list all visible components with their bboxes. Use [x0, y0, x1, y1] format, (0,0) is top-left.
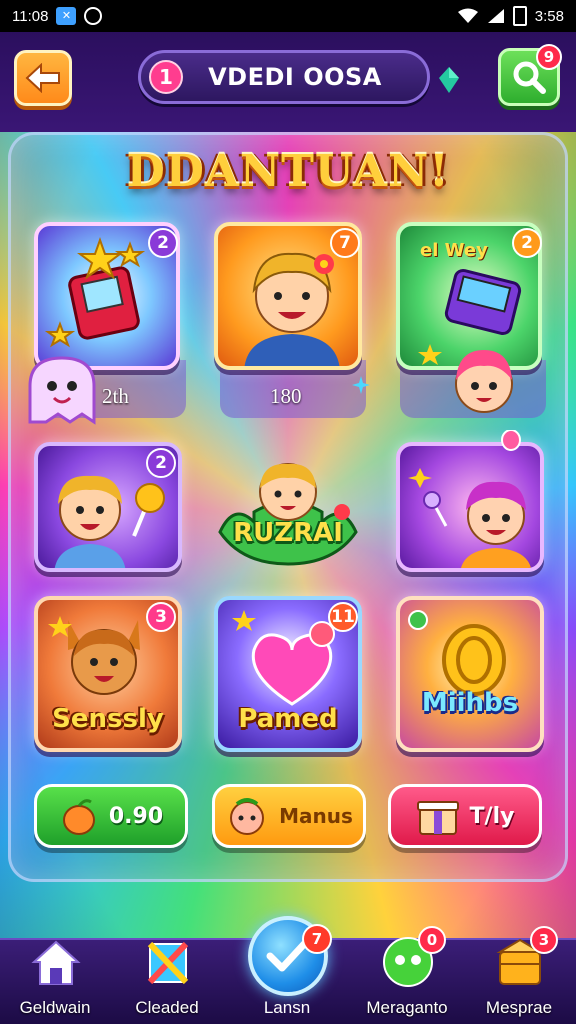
fruit-icon [62, 799, 95, 835]
sparkle-icon [352, 376, 370, 394]
green-button[interactable]: 0.90 [34, 784, 188, 848]
nav-badge: 3 [530, 926, 558, 954]
nav-item-home[interactable]: Geldwain [0, 932, 110, 1024]
card-label: Senssly [52, 704, 164, 734]
nav-item-puzzle[interactable]: Cleaded [112, 932, 222, 1024]
nav-label: Geldwain [19, 998, 91, 1017]
nav-label: Lansn [263, 998, 311, 1017]
nav-label: Meraganto [366, 998, 448, 1017]
status-bar: 11:08 ✕ 3:58 [0, 0, 576, 32]
card-badge: 7 [330, 228, 360, 258]
nav-badge: 0 [418, 926, 446, 954]
center-emblem-label: RUZRAI [233, 518, 343, 548]
nav-item-friends[interactable]: Meraganto [352, 932, 462, 1024]
balloon-icon [501, 430, 521, 451]
girl-mascot-icon [455, 350, 513, 413]
wifi-icon [457, 8, 478, 23]
card-label: Pamed [238, 704, 338, 734]
screen-title: VDEDI OOSA [208, 63, 382, 91]
card-coin[interactable]: Miihbs [396, 596, 544, 752]
card-caption: 2th [102, 384, 129, 408]
nav-label: Cleaded [135, 998, 199, 1017]
nav-item-messages[interactable]: Mesprae [464, 932, 574, 1024]
card-badge: 11 [328, 602, 358, 632]
gold-coin-icon [408, 610, 506, 696]
level-badge: 1 [149, 60, 183, 94]
chest-sign: el Wey [420, 240, 488, 261]
status-clock: 3:58 [534, 7, 564, 25]
button-label: Manus [279, 804, 353, 828]
puzzle-character-icon [218, 463, 358, 566]
card-caption: 180 [270, 384, 302, 408]
pink-button[interactable]: T/ly [388, 784, 542, 848]
back-button[interactable] [14, 50, 72, 106]
card-badge: 3 [146, 602, 176, 632]
ghost-mascot-icon [28, 356, 96, 425]
nav-badge: 7 [302, 924, 332, 954]
title-pill[interactable]: 1 VDEDI OOSA [138, 50, 430, 104]
button-label: T/ly [469, 803, 515, 829]
center-puzzle-emblem[interactable]: RUZRAI [214, 452, 362, 570]
sync-icon [84, 7, 103, 25]
headline: DDANTUAN! [126, 146, 450, 197]
card-label: Miihbs [421, 688, 519, 718]
button-label: 0.90 [108, 803, 164, 829]
card-badge: 2 [148, 228, 178, 258]
back-arrow-icon [25, 63, 60, 93]
card-badge: 2 [146, 448, 176, 478]
strawberry-face-icon [230, 798, 265, 835]
home-icon [31, 940, 81, 985]
gem-icon [439, 67, 459, 93]
card-girl-wand[interactable] [396, 442, 544, 572]
girl-wand-icon [408, 468, 531, 568]
nav-label: Mesprae [485, 998, 553, 1017]
battery-icon [512, 6, 527, 26]
gift-box-icon [416, 801, 459, 835]
status-time: 11:08 [12, 7, 49, 25]
building-blocks-icon [147, 941, 189, 985]
app-notification-icon: ✕ [56, 7, 77, 25]
search-notification-badge: 9 [536, 44, 562, 70]
orange-button[interactable]: Manus [212, 784, 366, 848]
card-badge: 2 [512, 228, 542, 258]
signal-icon [487, 9, 504, 23]
